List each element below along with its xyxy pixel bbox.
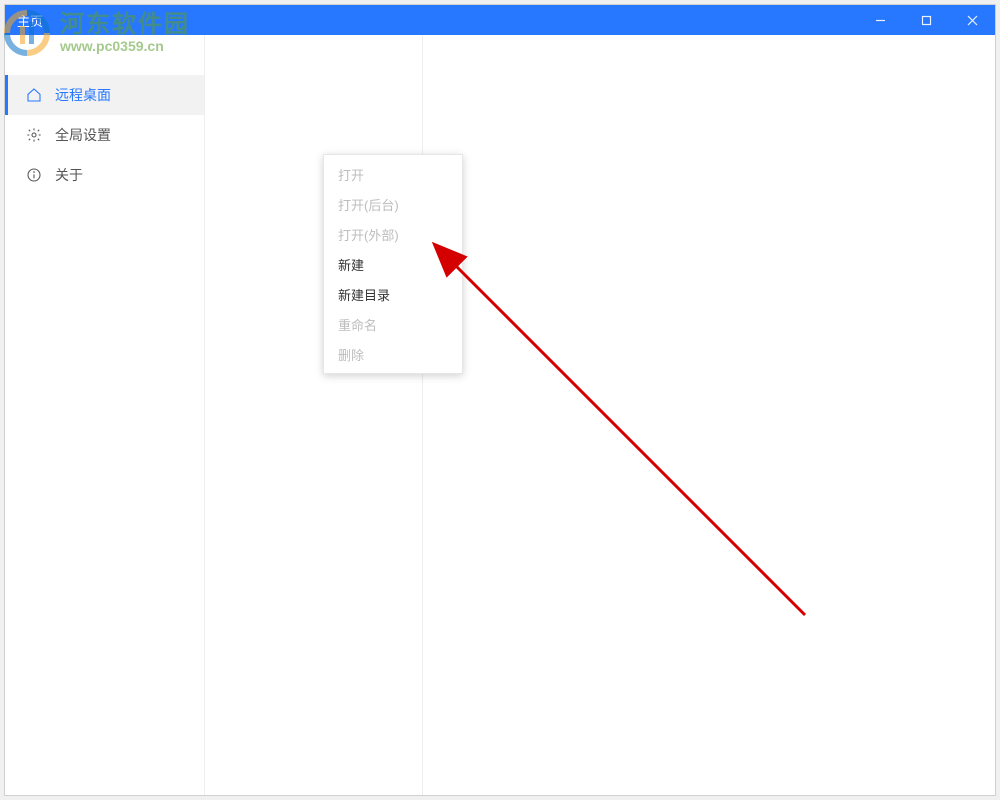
menu-item-label: 新建目录 [338, 285, 390, 304]
sidebar-item-label: 关于 [55, 165, 83, 185]
menu-item-open-external[interactable]: 打开(外部) [324, 219, 462, 249]
menu-item-new[interactable]: 新建 [324, 249, 462, 279]
menu-item-new-folder[interactable]: 新建目录 [324, 279, 462, 309]
watermark-url: www.pc0359.cn [60, 39, 190, 54]
app-window: 主页 远程桌面 全局设置 [4, 4, 996, 796]
list-column[interactable] [205, 35, 423, 795]
main-area[interactable] [205, 35, 995, 795]
sidebar-item-remote-desktop[interactable]: 远程桌面 [5, 75, 204, 115]
watermark-logo-icon [2, 8, 52, 58]
info-icon [25, 166, 43, 184]
menu-item-open-background[interactable]: 打开(后台) [324, 189, 462, 219]
menu-item-open[interactable]: 打开 [324, 159, 462, 189]
minimize-icon [875, 15, 886, 26]
menu-item-label: 删除 [338, 345, 364, 364]
menu-item-label: 新建 [338, 255, 364, 274]
watermark-text: 河东软件园 www.pc0359.cn [60, 12, 190, 54]
home-icon [25, 86, 43, 104]
window-controls [857, 5, 995, 35]
maximize-icon [921, 15, 932, 26]
maximize-button[interactable] [903, 5, 949, 35]
watermark: 河东软件园 www.pc0359.cn [2, 8, 190, 58]
menu-item-label: 打开(外部) [338, 225, 399, 244]
watermark-site-name: 河东软件园 [60, 12, 190, 38]
sidebar: 远程桌面 全局设置 关于 [5, 35, 205, 795]
menu-item-rename[interactable]: 重命名 [324, 309, 462, 339]
sidebar-item-global-settings[interactable]: 全局设置 [5, 115, 204, 155]
context-menu: 打开 打开(后台) 打开(外部) 新建 新建目录 重命名 删除 [323, 154, 463, 374]
sidebar-item-label: 全局设置 [55, 125, 111, 145]
sidebar-item-label: 远程桌面 [55, 85, 111, 105]
menu-item-delete[interactable]: 删除 [324, 339, 462, 369]
menu-item-label: 打开 [338, 165, 364, 184]
gear-icon [25, 126, 43, 144]
close-button[interactable] [949, 5, 995, 35]
content-column[interactable] [423, 35, 995, 795]
close-icon [967, 15, 978, 26]
minimize-button[interactable] [857, 5, 903, 35]
menu-item-label: 打开(后台) [338, 195, 399, 214]
body-area: 远程桌面 全局设置 关于 打开 打开 [5, 35, 995, 795]
menu-item-label: 重命名 [338, 315, 377, 334]
sidebar-item-about[interactable]: 关于 [5, 155, 204, 195]
